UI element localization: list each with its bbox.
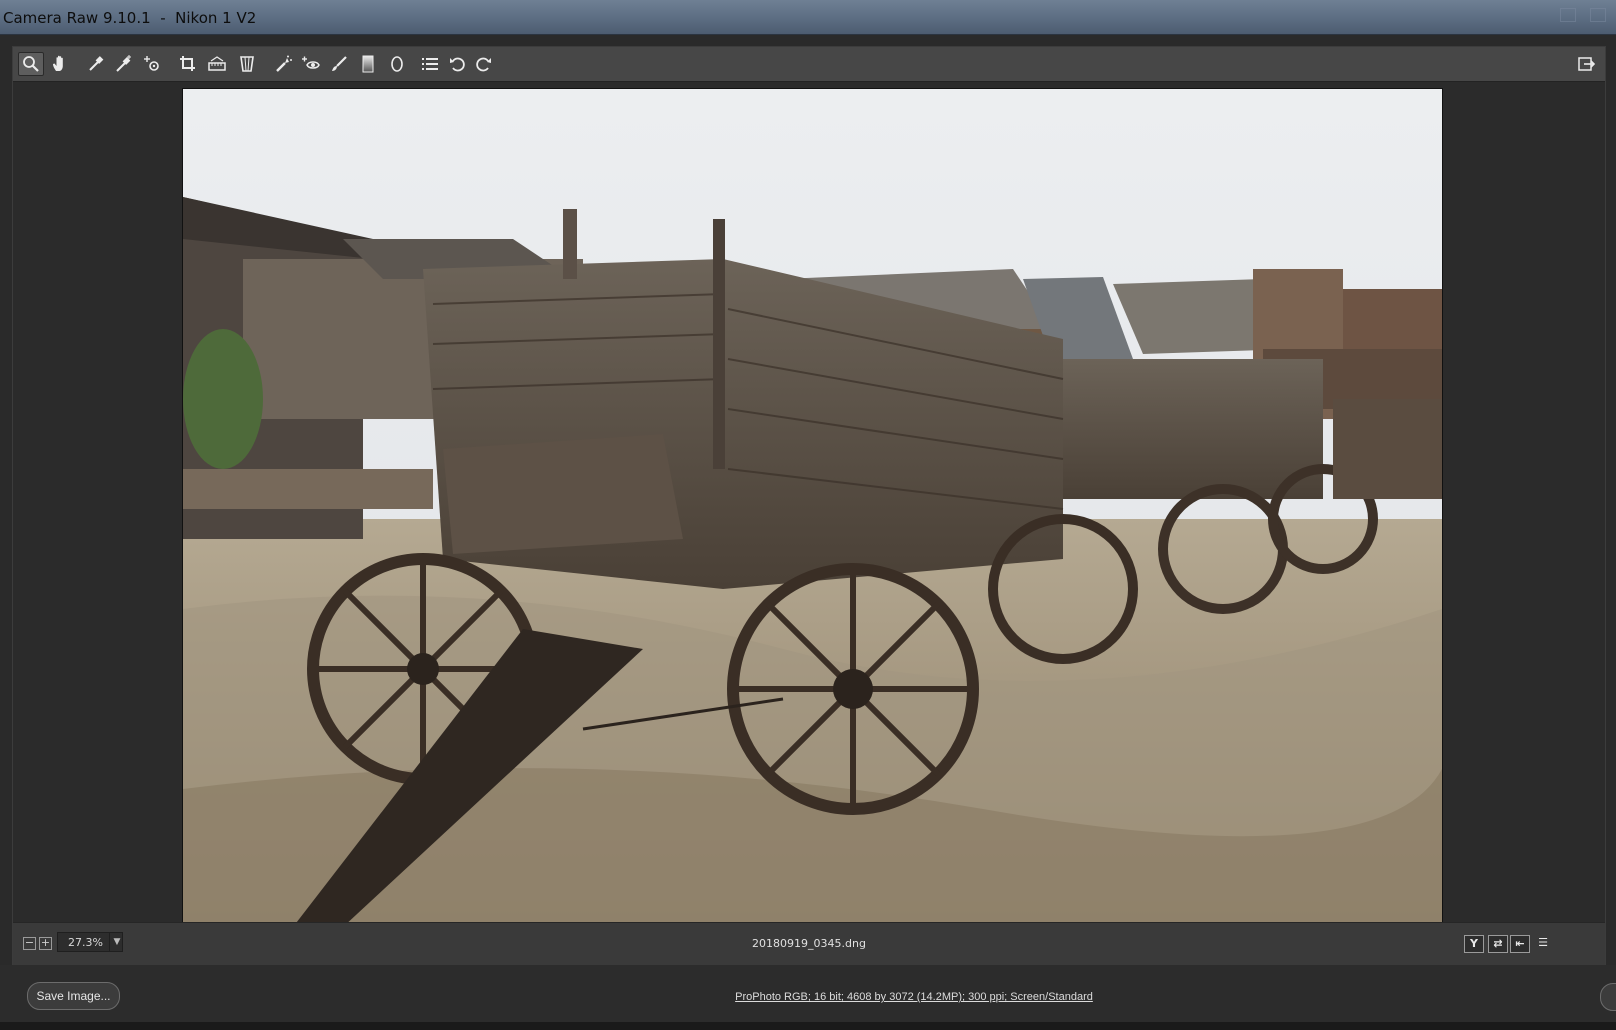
radial-filter-tool[interactable] [384, 52, 410, 76]
window-title: Camera Raw 9.10.1 - Nikon 1 V2 [3, 9, 257, 27]
adjustment-brush-tool[interactable] [326, 52, 352, 76]
rotate-ccw-button[interactable] [445, 52, 471, 76]
transform-tool[interactable] [234, 52, 260, 76]
eyedropper-icon [89, 56, 104, 71]
tool-bar [13, 47, 1605, 82]
spot-removal-icon [276, 55, 292, 72]
title-bar: Camera Raw 9.10.1 - Nikon 1 V2 [0, 0, 1616, 35]
crop-tool[interactable] [175, 52, 201, 76]
zoom-tool[interactable] [18, 52, 44, 76]
red-eye-icon [302, 56, 320, 69]
straighten-icon [208, 56, 226, 71]
workflow-options-container: ProPhoto RGB; 16 bit; 4608 by 3072 (14.2… [0, 965, 1616, 1030]
color-sampler-icon [116, 55, 131, 72]
hand-tool[interactable] [47, 52, 73, 76]
white-balance-tool[interactable] [83, 52, 109, 76]
brush-icon [332, 56, 347, 71]
rotate-cw-icon [476, 57, 491, 72]
workflow-options-link[interactable]: ProPhoto RGB; 16 bit; 4608 by 3072 (14.2… [0, 991, 1616, 1003]
graduated-filter-tool[interactable] [355, 52, 381, 76]
rotate-cw-button[interactable] [470, 52, 496, 76]
rotate-ccw-icon [450, 57, 465, 72]
transform-icon [240, 56, 254, 72]
photo-preview[interactable] [182, 88, 1443, 928]
list-icon [422, 58, 438, 70]
fullscreen-toggle-button[interactable] [1573, 52, 1599, 76]
red-eye-removal-tool[interactable] [298, 52, 324, 76]
minimize-icon[interactable] [1560, 8, 1576, 22]
radial-filter-icon [391, 56, 403, 72]
targeted-adjustment-tool[interactable] [139, 52, 165, 76]
camera-raw-window: − + 27.3% ▼ 20180919_0345.dng Y ⇄ ⇤ ☰ [12, 46, 1606, 966]
straighten-tool[interactable] [204, 52, 230, 76]
status-bar: − + 27.3% ▼ 20180919_0345.dng Y ⇄ ⇤ ☰ [13, 922, 1605, 966]
maximize-icon[interactable] [1590, 8, 1606, 22]
before-after-button[interactable]: Y [1464, 935, 1484, 953]
window-bottom-edge [0, 1022, 1616, 1030]
swap-settings-button[interactable]: ⇄ [1488, 935, 1508, 953]
wagon-photo [183, 89, 1442, 927]
crop-icon [180, 56, 195, 71]
graduated-filter-icon [362, 55, 374, 73]
toggle-defaults-button[interactable]: ☰ [1534, 935, 1552, 951]
file-name: 20180919_0345.dng [752, 937, 866, 950]
image-preview-area[interactable] [13, 82, 1605, 928]
copy-settings-button[interactable]: ⇤ [1510, 935, 1530, 953]
color-sampler-tool[interactable] [111, 52, 137, 76]
zoom-icon [23, 56, 39, 72]
targeted-adjustment-icon [144, 56, 159, 71]
hand-icon [53, 55, 63, 71]
spot-removal-tool[interactable] [270, 52, 296, 76]
fullscreen-toggle-icon [1578, 57, 1596, 71]
window-controls [1560, 8, 1606, 22]
preferences-button[interactable] [417, 52, 443, 76]
bottom-bar: Save Image... ProPhoto RGB; 16 bit; 4608… [0, 965, 1616, 1030]
